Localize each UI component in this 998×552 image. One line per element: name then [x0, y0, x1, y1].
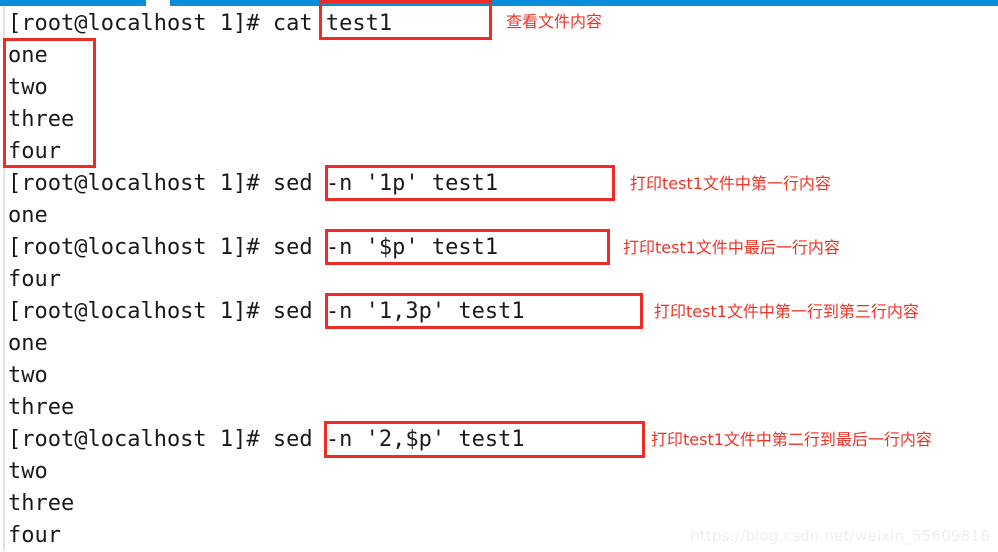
- shell-command: cat test1: [272, 11, 393, 36]
- shell-prompt: [root@localhost 1]#: [8, 427, 273, 452]
- shell-command: sed -n '$p' test1: [272, 235, 499, 260]
- terminal-line-prompt: [root@localhost 1]# cat test1: [8, 8, 392, 40]
- annotation-sed-range: 打印test1文件中第一行到第三行内容: [654, 302, 919, 321]
- terminal-line-output: two: [8, 363, 48, 388]
- shell-command: sed -n '1p' test1: [272, 171, 499, 196]
- window-left-border: [3, 6, 5, 551]
- terminal-line-output: two: [8, 459, 48, 484]
- annotation-cat-command: 查看文件内容: [506, 12, 603, 31]
- shell-prompt: [root@localhost 1]#: [8, 11, 273, 36]
- terminal-output-area[interactable]: [root@localhost 1]# cat test1 one two th…: [8, 6, 998, 551]
- terminal-line-output: four: [8, 267, 61, 292]
- terminal-line-output: two: [8, 75, 48, 100]
- terminal-line-output: three: [8, 107, 75, 132]
- shell-prompt: [root@localhost 1]#: [8, 299, 273, 324]
- terminal-line-prompt: [root@localhost 1]# sed -n '1,3p' test1: [8, 296, 525, 328]
- terminal-line-output: four: [8, 139, 61, 164]
- watermark-url: https://blog.csdn.net/weixin_55609816: [690, 527, 990, 545]
- shell-prompt: [root@localhost 1]#: [8, 171, 273, 196]
- shell-prompt: [root@localhost 1]#: [8, 235, 273, 260]
- terminal-line-output: three: [8, 395, 75, 420]
- terminal-line-output: three: [8, 491, 75, 516]
- terminal-line-prompt: [root@localhost 1]# sed -n '1p' test1: [8, 168, 498, 200]
- terminal-line-output: one: [8, 331, 48, 356]
- shell-command: sed -n '1,3p' test1: [272, 299, 525, 324]
- terminal-line-prompt: [root@localhost 1]# sed -n '$p' test1: [8, 232, 498, 264]
- terminal-line-output: one: [8, 203, 48, 228]
- terminal-line-output: one: [8, 43, 48, 68]
- annotation-sed-last-line: 打印test1文件中最后一行内容: [623, 238, 840, 257]
- terminal-line-prompt: [root@localhost 1]# sed -n '2,$p' test1: [8, 424, 525, 456]
- annotation-sed-to-end: 打印test1文件中第二行到最后一行内容: [651, 430, 932, 449]
- terminal-line-output: four: [8, 523, 61, 548]
- shell-command: sed -n '2,$p' test1: [272, 427, 525, 452]
- annotation-sed-first-line: 打印test1文件中第一行内容: [630, 174, 831, 193]
